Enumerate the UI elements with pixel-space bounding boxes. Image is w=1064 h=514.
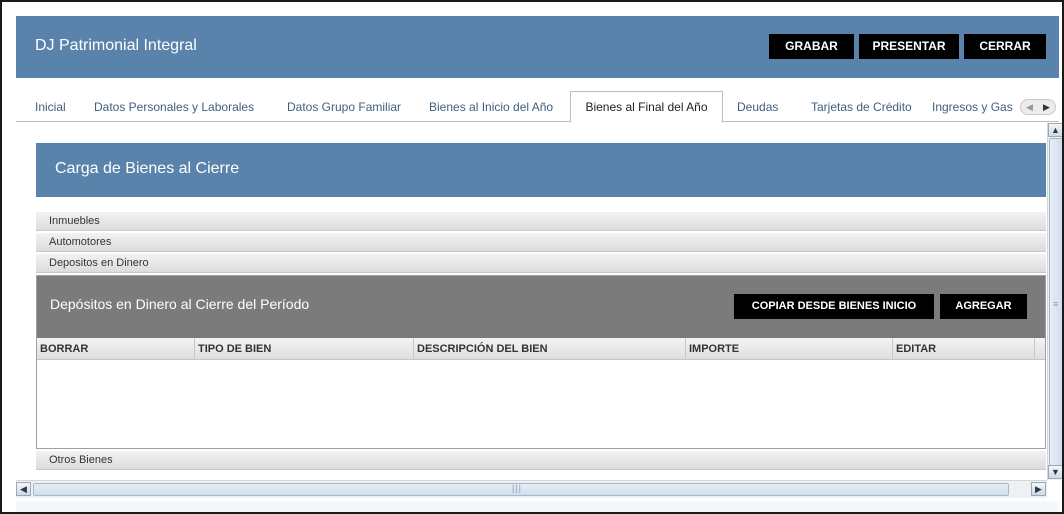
grid-header: BORRAR TIPO DE BIEN DESCRIPCIÓN DEL BIEN…	[37, 338, 1045, 360]
column-borrar[interactable]: BORRAR	[37, 338, 195, 360]
arrow-right-icon[interactable]: ▶	[1031, 482, 1046, 496]
tab-inicial[interactable]: Inicial	[35, 92, 66, 122]
deposits-title: Depósitos en Dinero al Cierre del Períod…	[50, 296, 310, 312]
tab-ingresos-gastos[interactable]: Ingresos y Gas	[932, 92, 1018, 122]
app-header: DJ Patrimonial Integral GRABAR PRESENTAR…	[16, 16, 1059, 78]
accordion-otros-bienes[interactable]: Otros Bienes	[36, 451, 1046, 470]
tab-tarjetas-credito[interactable]: Tarjetas de Crédito	[811, 92, 912, 122]
column-descripcion[interactable]: DESCRIPCIÓN DEL BIEN	[414, 338, 686, 360]
vertical-scrollbar[interactable]: ▲ ≡ ▼	[1047, 123, 1062, 480]
app-window: DJ Patrimonial Integral GRABAR PRESENTAR…	[0, 0, 1064, 514]
arrow-up-icon[interactable]: ▲	[1048, 123, 1062, 137]
grabar-button[interactable]: GRABAR	[769, 34, 854, 59]
accordion-depositos[interactable]: Depositos en Dinero	[36, 254, 1046, 273]
horizontal-scroll-thumb[interactable]: |||	[33, 483, 1009, 496]
vertical-scroll-thumb[interactable]: ≡	[1049, 138, 1062, 466]
content-viewport: Carga de Bienes al Cierre Inmuebles Auto…	[16, 123, 1062, 501]
tab-bienes-final[interactable]: Bienes al Final del Año	[570, 91, 723, 123]
accordion-inmuebles[interactable]: Inmuebles	[36, 212, 1046, 231]
grid-body	[37, 361, 1045, 448]
column-editar[interactable]: EDITAR	[893, 338, 1035, 360]
tab-bar: Inicial Datos Personales y Laborales Dat…	[16, 91, 1059, 123]
tab-datos-personales[interactable]: Datos Personales y Laborales	[94, 92, 254, 122]
deposits-panel: Depósitos en Dinero al Cierre del Períod…	[36, 275, 1046, 449]
column-tipo-bien[interactable]: TIPO DE BIEN	[195, 338, 414, 360]
copy-from-initial-button[interactable]: COPIAR DESDE BIENES INICIO	[734, 294, 934, 319]
chevron-left-icon[interactable]: ◀	[1021, 100, 1038, 114]
add-button[interactable]: AGREGAR	[940, 294, 1027, 319]
arrow-left-icon[interactable]: ◀	[16, 482, 31, 496]
tab-bienes-inicio[interactable]: Bienes al Inicio del Año	[429, 92, 553, 122]
grip-icon: ≡	[1053, 299, 1059, 309]
deposits-header: Depósitos en Dinero al Cierre del Períod…	[37, 276, 1045, 338]
tab-deudas[interactable]: Deudas	[737, 92, 778, 122]
tab-datos-grupo-familiar[interactable]: Datos Grupo Familiar	[287, 92, 401, 122]
chevron-right-icon[interactable]: ▶	[1038, 100, 1055, 114]
section-banner: Carga de Bienes al Cierre	[36, 143, 1046, 197]
tab-scroller: ◀ ▶	[1020, 99, 1056, 115]
accordion-automotores[interactable]: Automotores	[36, 233, 1046, 252]
column-importe[interactable]: IMPORTE	[686, 338, 893, 360]
arrow-down-icon[interactable]: ▼	[1048, 465, 1062, 479]
cerrar-button[interactable]: CERRAR	[964, 34, 1046, 59]
presentar-button[interactable]: PRESENTAR	[859, 34, 959, 59]
status-strip	[16, 501, 1059, 512]
grip-icon: |||	[512, 483, 523, 493]
section-title: Carga de Bienes al Cierre	[55, 160, 240, 177]
horizontal-scrollbar[interactable]: ◀ ||| ▶	[16, 480, 1047, 498]
app-title: DJ Patrimonial Integral	[35, 37, 197, 54]
